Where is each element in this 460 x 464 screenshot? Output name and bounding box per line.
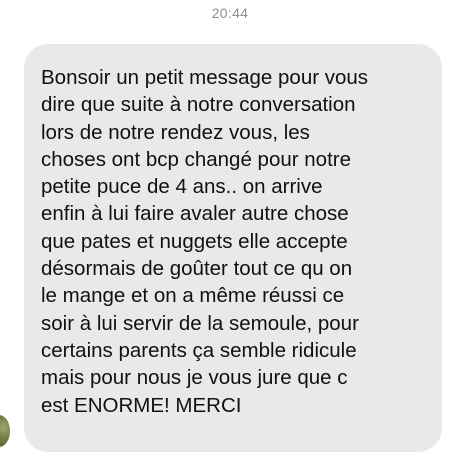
message-timestamp: 20:44 <box>211 5 249 21</box>
message-text: Bonsoir un petit message pour vous dire … <box>41 66 369 417</box>
message-thread: 20:44 Bonsoir un petit message pour vous… <box>0 0 460 464</box>
sender-avatar[interactable] <box>0 415 10 447</box>
incoming-message-bubble[interactable]: Bonsoir un petit message pour vous dire … <box>24 44 442 452</box>
